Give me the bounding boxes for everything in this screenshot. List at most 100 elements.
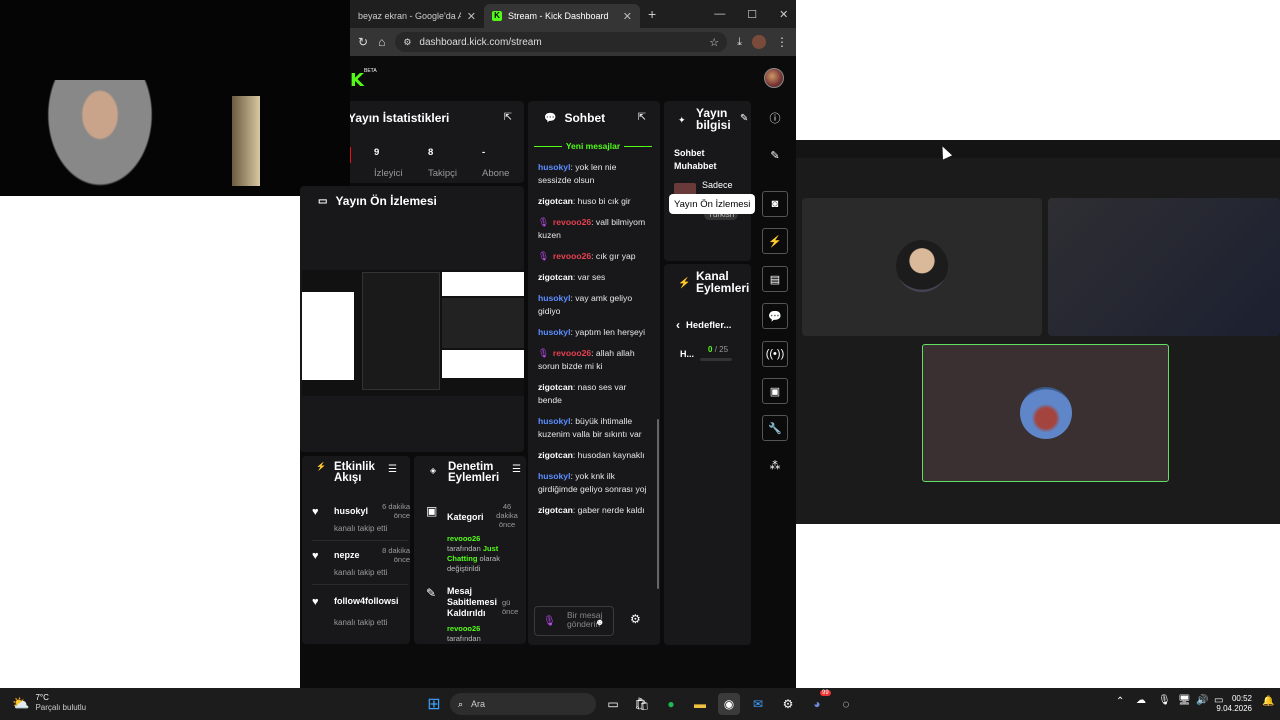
filter-icon[interactable]: ☰ — [512, 464, 521, 475]
tab-google-search[interactable]: beyaz ekran - Google'da Ara ✕ — [350, 4, 484, 28]
tab-label: beyaz ekran - Google'da Ara — [358, 11, 461, 21]
chat-user[interactable]: zigotcan — [538, 196, 573, 206]
notifications-icon[interactable]: 🔔 — [1262, 696, 1274, 707]
activity-item: ♥ follow4followsi kanalı takip etti — [312, 592, 408, 627]
channel-actions-panel: ⚡ Kanal Eylemleri ‹ Hedefler... H... 0 /… — [664, 264, 751, 645]
emoji-icon[interactable]: ☻ — [595, 617, 604, 627]
lightning-icon[interactable]: ⚡ — [762, 228, 788, 254]
chat-message: husokyl: yok len nie sessizde olsun — [538, 161, 648, 187]
start-icon[interactable]: ⊞ — [423, 693, 445, 715]
pencil-icon[interactable]: ✎ — [762, 142, 788, 168]
file-explorer-icon[interactable]: ▬ — [689, 693, 711, 715]
chat-user[interactable]: zigotcan — [538, 450, 573, 460]
download-icon[interactable]: ⤓ — [737, 36, 742, 49]
category-icon: ▣ — [426, 504, 438, 518]
app-icon[interactable]: ◌ — [835, 693, 857, 715]
info-line: Sadece — [702, 180, 733, 190]
mod-text: tarafından — [447, 544, 481, 553]
participant-tile-2[interactable] — [1048, 198, 1280, 336]
chat-user[interactable]: zigotcan — [538, 382, 573, 392]
participant-tile-active[interactable] — [922, 344, 1169, 482]
onedrive-icon[interactable]: ☁ — [1136, 695, 1146, 706]
tab-kick-dashboard[interactable]: K Stream - Kick Dashboard ✕ — [484, 4, 640, 28]
goals-back[interactable]: ‹ Hedefler... — [676, 318, 731, 332]
close-icon[interactable]: ✕ — [623, 10, 632, 23]
notes-icon[interactable]: ▤ — [762, 266, 788, 292]
activity-user[interactable]: nepze — [334, 550, 360, 560]
discord-icon[interactable]: ◕ — [806, 693, 828, 715]
wrench-icon[interactable]: 🔧 — [762, 415, 788, 441]
chat-user[interactable]: revooo26 — [553, 217, 591, 227]
mail-icon[interactable]: ✉ — [747, 693, 769, 715]
popout-icon[interactable]: ⇱ — [638, 112, 646, 123]
clock[interactable]: 00:52 9.04.2026 — [1216, 694, 1252, 714]
mod-user[interactable]: revooo26 — [447, 534, 480, 543]
tray-chevron-icon[interactable]: ⌃ — [1116, 696, 1124, 707]
chrome-icon[interactable]: ◉ — [718, 693, 740, 715]
mod-user[interactable]: revooo26 — [447, 624, 480, 633]
layout-icon[interactable]: ▣ — [762, 378, 788, 404]
close-icon[interactable]: ✕ — [467, 10, 476, 23]
stream-preview-video[interactable] — [302, 270, 524, 396]
clock-date: 9.04.2026 — [1216, 704, 1252, 713]
menu-icon[interactable]: ⋮ — [776, 35, 788, 49]
chat-user[interactable]: husokyl — [538, 471, 570, 481]
chat-input[interactable]: 🎙 Bir mesaj gönderin ☻ — [534, 606, 614, 636]
mod-item-time: gü önce — [502, 598, 519, 616]
popout-icon[interactable]: ⇱ — [504, 112, 512, 123]
minimize-icon[interactable]: — — [714, 8, 725, 20]
taskbar-search[interactable]: ⌕ Ara — [450, 693, 596, 715]
site-info-icon[interactable]: ⚙ — [403, 37, 411, 48]
activity-user[interactable]: husokyl — [334, 506, 368, 516]
url-field[interactable]: ⚙ dashboard.kick.com/stream ☆ — [395, 32, 728, 52]
chat-user[interactable]: husokyl — [538, 327, 570, 337]
activity-desc: kanalı takip etti — [334, 568, 388, 577]
stream-info-panel: ✦ Yayın bilgisi ✎ Sohbet Muhabbet Sadece… — [664, 101, 751, 261]
video-call-window — [796, 140, 1280, 524]
steam-icon[interactable]: ⚙ — [777, 693, 799, 715]
activity-user[interactable]: follow4followsi — [334, 596, 404, 606]
volume-icon[interactable]: 🔊 — [1196, 695, 1208, 706]
mic-tray-icon[interactable]: 🎙 — [1158, 695, 1171, 706]
new-tab-icon[interactable]: + — [648, 6, 656, 22]
chat-user[interactable]: zigotcan — [538, 505, 573, 515]
bookmark-star-icon[interactable]: ☆ — [709, 36, 719, 49]
info-line: Sohbet — [674, 148, 705, 158]
chat-user[interactable]: husokyl — [538, 162, 570, 172]
chevron-left-icon: ‹ — [676, 318, 680, 332]
spotify-icon[interactable]: ● — [660, 693, 682, 715]
mic-icon[interactable]: 🎙 — [543, 616, 556, 627]
edit-pencil-icon[interactable]: ✎ — [740, 113, 748, 124]
goal-total: / 25 — [714, 345, 729, 354]
participant-avatar — [1020, 387, 1072, 439]
chat-user[interactable]: zigotcan — [538, 272, 573, 282]
filter-icon[interactable]: ☰ — [388, 464, 397, 475]
settings-gear-icon[interactable]: ⚙ — [630, 612, 641, 626]
window-close-icon[interactable]: ✕ — [779, 8, 788, 21]
profile-avatar[interactable] — [752, 35, 766, 49]
desktop-left — [0, 196, 300, 688]
weather-widget[interactable]: ⛅ 7°C Parçalı bulutlu — [12, 693, 86, 713]
chat-user[interactable]: husokyl — [538, 416, 570, 426]
share-icon[interactable]: ⁂ — [762, 452, 788, 478]
home-icon[interactable]: ⌂ — [378, 35, 385, 49]
network-icon[interactable]: 🖥 — [1178, 695, 1191, 706]
activity-title: Etkinlik Akışı — [334, 461, 382, 484]
chat-user[interactable]: husokyl — [538, 293, 570, 303]
task-view-icon[interactable]: ▭ — [602, 693, 624, 715]
preview-white-left — [302, 292, 354, 380]
chat-user[interactable]: revooo26 — [553, 348, 591, 358]
chat-bubble-icon[interactable]: 💬 — [762, 303, 788, 329]
preview-toggle-icon[interactable]: ◙ — [762, 191, 788, 217]
maximize-icon[interactable]: ☐ — [747, 8, 757, 21]
participant-tile-1[interactable] — [802, 198, 1042, 336]
user-avatar[interactable] — [764, 68, 784, 88]
info-icon[interactable]: ⓘ — [762, 105, 788, 131]
broadcast-icon[interactable]: ((•)) — [762, 341, 788, 367]
kick-logo[interactable]: K — [350, 70, 364, 91]
chat-scrollbar[interactable] — [657, 419, 659, 589]
reload-icon[interactable]: ↻ — [358, 35, 368, 49]
store-icon[interactable]: 🛍 — [631, 693, 653, 715]
goal-value: 0 — [708, 345, 713, 354]
chat-user[interactable]: revooo26 — [553, 251, 591, 261]
